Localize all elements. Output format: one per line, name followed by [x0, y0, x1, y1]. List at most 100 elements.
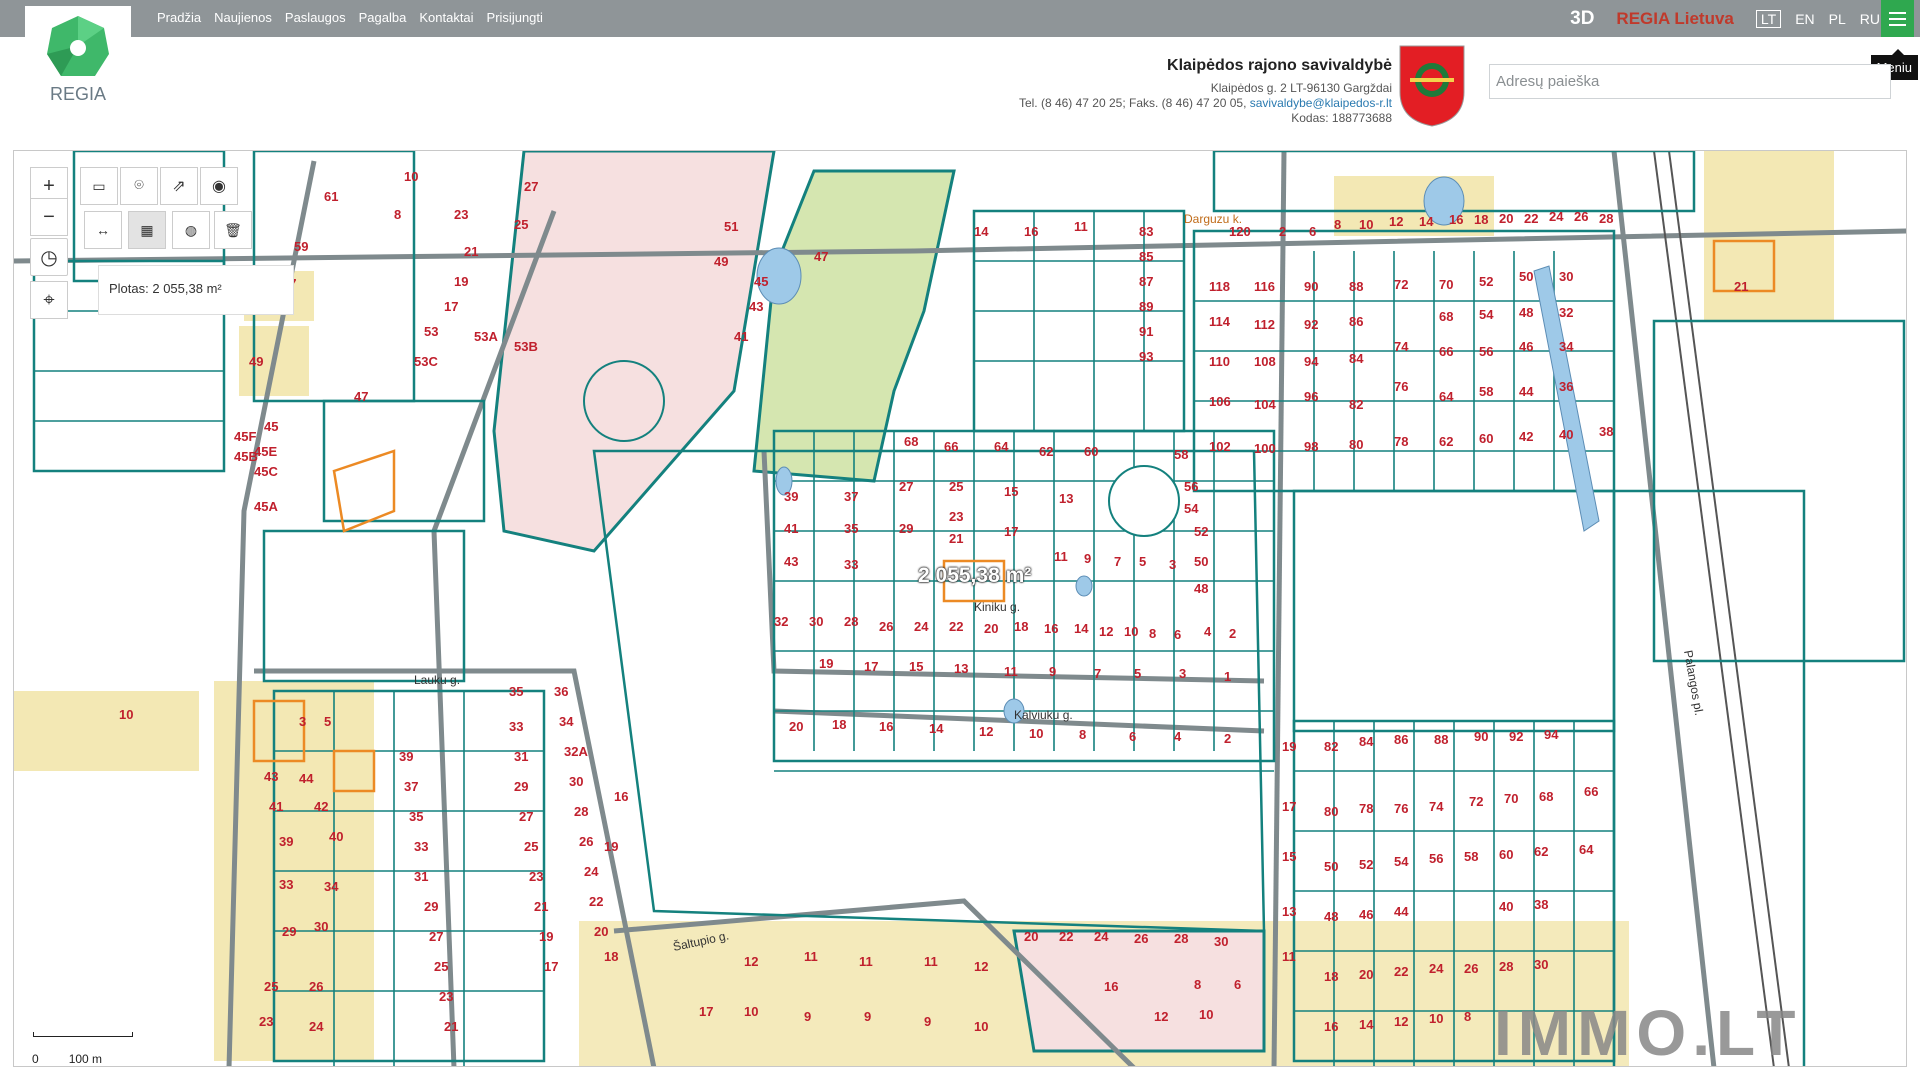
svg-text:61: 61 — [324, 189, 338, 204]
svg-text:30: 30 — [1534, 957, 1548, 972]
svg-text:66: 66 — [1584, 784, 1598, 799]
menu-hamburger-button[interactable] — [1881, 0, 1914, 37]
svg-text:80: 80 — [1349, 437, 1363, 452]
lang-pl[interactable]: PL — [1829, 11, 1846, 27]
map-viewport[interactable]: 611027 82325 211917 5353A53B 53C4959 574… — [13, 150, 1907, 1067]
svg-text:15: 15 — [909, 659, 923, 674]
svg-text:1: 1 — [1224, 669, 1231, 684]
svg-text:26: 26 — [1574, 209, 1588, 224]
svg-text:52: 52 — [1359, 857, 1373, 872]
svg-text:16: 16 — [879, 719, 893, 734]
svg-text:68: 68 — [1439, 309, 1453, 324]
svg-text:120: 120 — [1229, 224, 1251, 239]
nav-pradzia[interactable]: Pradžia — [157, 10, 201, 25]
svg-text:4: 4 — [1174, 729, 1182, 744]
svg-text:102: 102 — [1209, 439, 1231, 454]
svg-text:44: 44 — [299, 771, 314, 786]
trash-icon[interactable]: 🗑 — [214, 211, 252, 249]
svg-text:86: 86 — [1349, 314, 1363, 329]
svg-text:28: 28 — [844, 614, 858, 629]
svg-text:38: 38 — [1599, 424, 1613, 439]
measure-area-icon[interactable]: ▦ — [128, 211, 166, 249]
nav-naujienos[interactable]: Naujienos — [214, 10, 272, 25]
svg-text:45B: 45B — [234, 449, 258, 464]
ruler-icon[interactable]: ▭ — [80, 167, 118, 205]
svg-text:43: 43 — [749, 299, 763, 314]
svg-text:45A: 45A — [254, 499, 278, 514]
svg-text:35: 35 — [509, 684, 523, 699]
svg-text:10: 10 — [1429, 1011, 1443, 1026]
svg-text:41: 41 — [269, 799, 283, 814]
svg-text:76: 76 — [1394, 801, 1408, 816]
svg-text:9: 9 — [924, 1014, 931, 1029]
svg-text:50: 50 — [1324, 859, 1338, 874]
zoom-out-button[interactable]: − — [30, 198, 68, 236]
svg-text:58: 58 — [1479, 384, 1493, 399]
regia-logo[interactable]: REGIA — [25, 6, 131, 120]
target-icon[interactable]: ◉ — [200, 167, 238, 205]
svg-text:78: 78 — [1359, 801, 1373, 816]
select-parcel-icon[interactable]: ◍ — [172, 211, 210, 249]
svg-text:62: 62 — [1534, 844, 1548, 859]
svg-text:46: 46 — [1359, 907, 1373, 922]
svg-text:36: 36 — [1559, 379, 1573, 394]
svg-text:24: 24 — [584, 864, 599, 879]
cadastral-map[interactable]: 611027 82325 211917 5353A53B 53C4959 574… — [14, 151, 1907, 1067]
scale-labels: 0 100 m — [32, 1052, 102, 1066]
measurement-label: 2 055,38 m² — [918, 564, 1032, 587]
svg-text:43: 43 — [264, 769, 278, 784]
right-nav: 3D REGIA Lietuva LT EN PL RU — [1570, 0, 1880, 37]
svg-text:2: 2 — [1279, 224, 1286, 239]
svg-text:91: 91 — [1139, 324, 1153, 339]
svg-text:80: 80 — [1324, 804, 1338, 819]
svg-text:16: 16 — [1324, 1019, 1338, 1034]
export-icon[interactable]: ⇗ — [160, 167, 198, 205]
3d-button[interactable]: 3D — [1570, 8, 1594, 30]
address-search-input[interactable]: Adresų paieška — [1489, 64, 1891, 99]
pin-icon[interactable]: ⌾ — [120, 167, 158, 205]
svg-text:17: 17 — [1004, 524, 1018, 539]
svg-text:18: 18 — [1014, 619, 1028, 634]
svg-text:84: 84 — [1349, 351, 1364, 366]
nav-paslaugos[interactable]: Paslaugos — [285, 10, 346, 25]
regia-lietuva-link[interactable]: REGIA Lietuva — [1616, 9, 1733, 29]
svg-text:92: 92 — [1304, 317, 1318, 332]
svg-text:68: 68 — [904, 434, 918, 449]
svg-text:21: 21 — [464, 244, 478, 259]
nav-kontaktai[interactable]: Kontaktai — [419, 10, 473, 25]
svg-text:38: 38 — [1534, 897, 1548, 912]
svg-text:6: 6 — [1174, 627, 1181, 642]
lang-lt[interactable]: LT — [1755, 9, 1782, 28]
svg-text:52: 52 — [1479, 274, 1493, 289]
svg-text:3: 3 — [299, 714, 306, 729]
nav-prisijungti[interactable]: Prisijungti — [487, 10, 543, 25]
lang-ru[interactable]: RU — [1860, 11, 1880, 27]
history-icon[interactable]: ◷ — [30, 238, 68, 276]
svg-text:54: 54 — [1394, 854, 1409, 869]
svg-text:4: 4 — [1204, 624, 1212, 639]
svg-text:32: 32 — [774, 614, 788, 629]
street-kiniku: Kiniku g. — [974, 600, 1020, 614]
lang-en[interactable]: EN — [1795, 11, 1814, 27]
svg-text:21: 21 — [1734, 279, 1748, 294]
svg-text:46: 46 — [1519, 339, 1533, 354]
municipality-crest-icon — [1399, 45, 1465, 127]
nav-pagalba[interactable]: Pagalba — [359, 10, 407, 25]
svg-text:94: 94 — [1304, 354, 1319, 369]
svg-text:6: 6 — [1129, 729, 1136, 744]
svg-text:22: 22 — [1524, 211, 1538, 226]
svg-text:70: 70 — [1439, 277, 1453, 292]
municipality-email[interactable]: savivaldybe@klaipedos-r.lt — [1250, 96, 1392, 110]
svg-text:28: 28 — [1499, 959, 1513, 974]
svg-text:56: 56 — [1479, 344, 1493, 359]
svg-text:8: 8 — [1194, 977, 1201, 992]
scale-bar — [33, 1032, 133, 1037]
svg-text:40: 40 — [329, 829, 343, 844]
locate-icon[interactable]: ⌖ — [30, 281, 68, 319]
svg-text:9: 9 — [1049, 664, 1056, 679]
svg-text:12: 12 — [1154, 1009, 1168, 1024]
measure-distance-icon[interactable]: ↔ — [84, 211, 122, 249]
svg-text:42: 42 — [1519, 429, 1533, 444]
svg-text:85: 85 — [1139, 249, 1153, 264]
svg-text:16: 16 — [1449, 212, 1463, 227]
